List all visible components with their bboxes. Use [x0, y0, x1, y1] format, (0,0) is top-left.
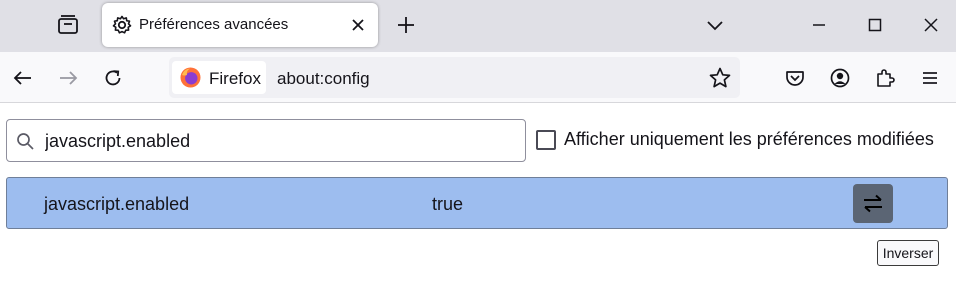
maximize-icon[interactable] [862, 12, 888, 38]
tab-title: Préférences avancées [139, 16, 289, 33]
tab-strip: Préférences avancées [0, 0, 956, 52]
nav-bar: Firefox about:config [0, 52, 956, 103]
chevron-down-icon[interactable] [702, 12, 728, 38]
firefox-logo-icon [180, 67, 201, 88]
modified-only-label[interactable]: Afficher uniquement les préférences modi… [564, 129, 934, 150]
plus-icon[interactable] [393, 12, 419, 38]
search-input[interactable] [45, 128, 515, 154]
search-field[interactable] [6, 119, 526, 162]
pocket-icon[interactable] [782, 65, 808, 91]
toggle-button[interactable] [853, 184, 893, 223]
preference-value[interactable]: true [432, 194, 463, 215]
tab-preferences[interactable]: Préférences avancées [102, 3, 378, 47]
toggle-tooltip: Inverser [877, 240, 939, 266]
close-icon[interactable] [347, 14, 369, 36]
extensions-icon[interactable] [872, 65, 898, 91]
star-icon[interactable] [708, 66, 732, 90]
reload-icon[interactable] [100, 65, 126, 91]
url-bar[interactable]: Firefox about:config [169, 57, 740, 98]
minimize-icon[interactable] [806, 12, 832, 38]
gear-icon [111, 14, 133, 36]
window-close-icon[interactable] [918, 12, 944, 38]
back-arrow-icon[interactable] [10, 65, 36, 91]
preference-row[interactable]: javascript.enabled true [6, 177, 948, 229]
search-icon [16, 132, 35, 151]
identity-label: Firefox [209, 69, 261, 88]
tab-overview-icon[interactable] [55, 12, 81, 38]
toggle-arrows-icon [864, 194, 882, 213]
preference-name: javascript.enabled [44, 194, 190, 214]
forward-arrow-icon[interactable] [55, 65, 81, 91]
modified-only-checkbox[interactable] [536, 130, 556, 150]
identity-box[interactable]: Firefox [172, 61, 266, 94]
url-text[interactable]: about:config [277, 69, 370, 89]
account-icon[interactable] [827, 65, 853, 91]
hamburger-menu-icon[interactable] [917, 65, 943, 91]
